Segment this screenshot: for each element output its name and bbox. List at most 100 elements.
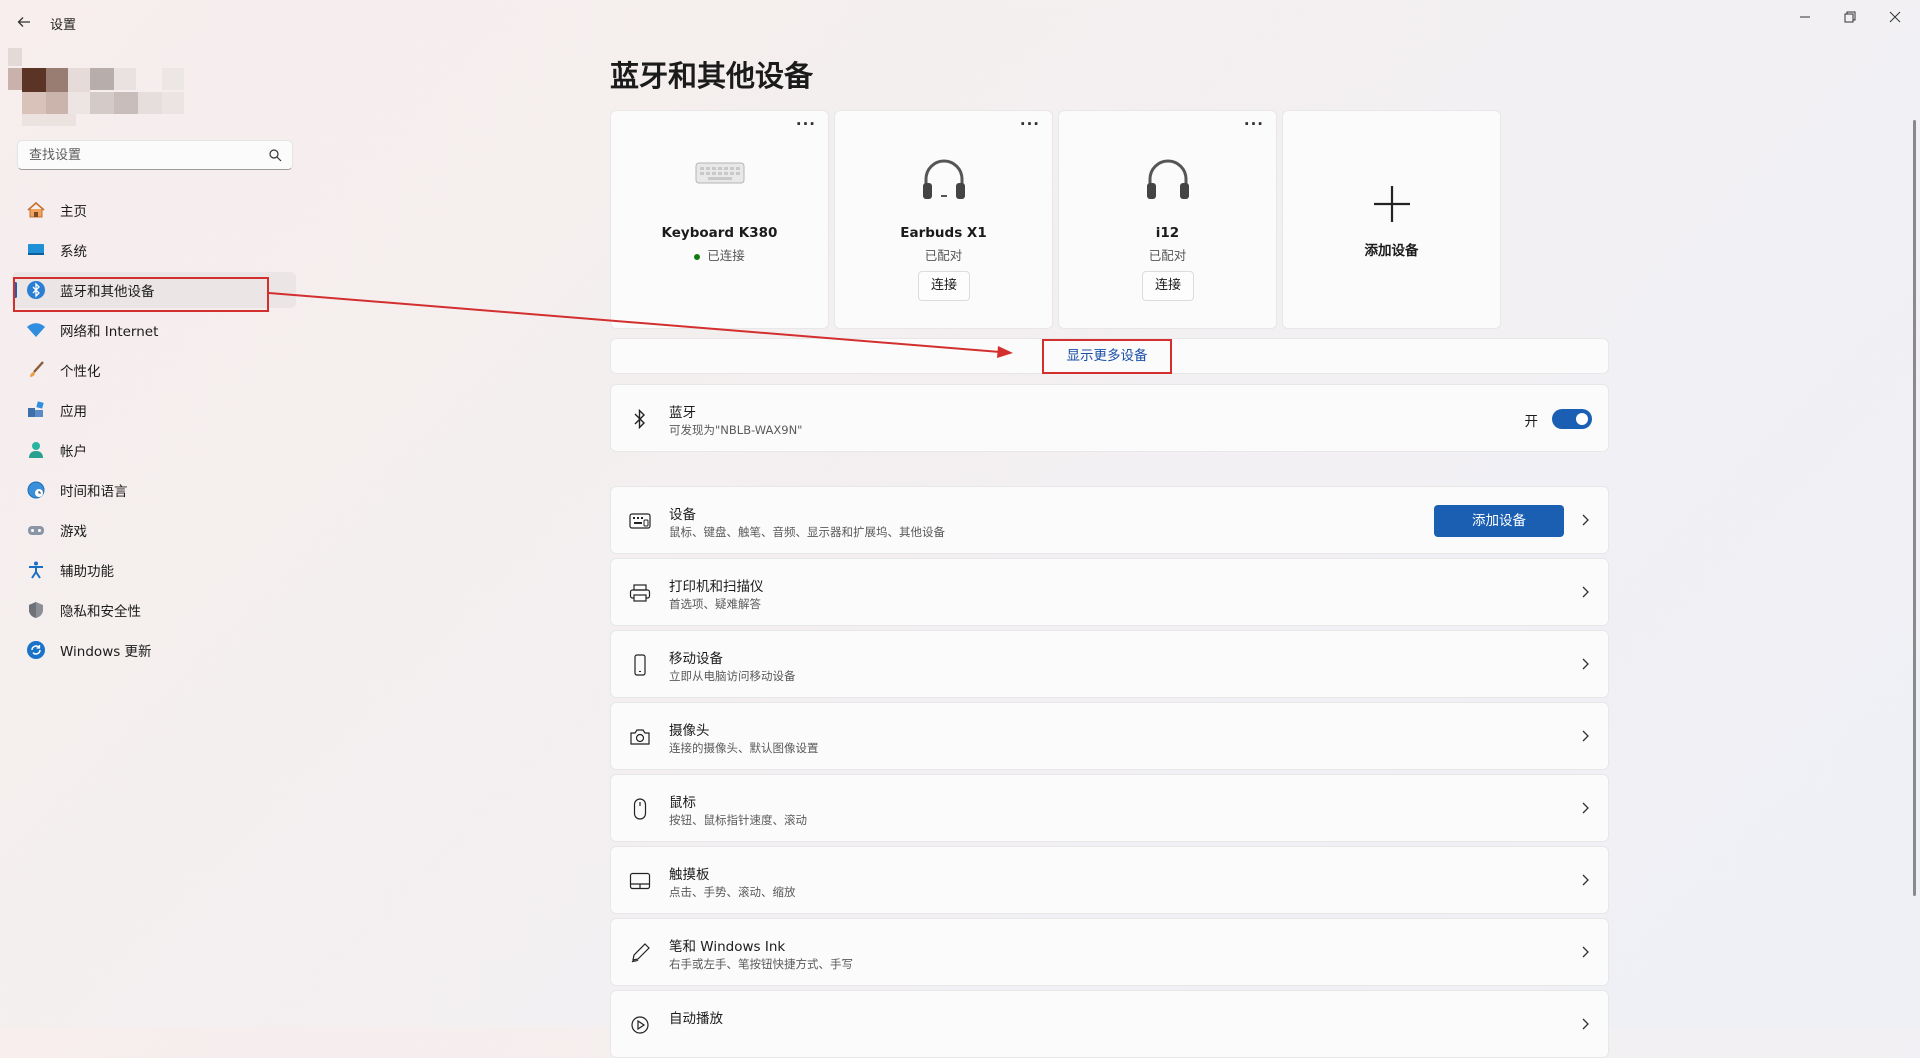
device-card-earbuds-x1[interactable]: ··· Earbuds X1 已配对 连接 <box>834 110 1053 329</box>
back-button[interactable] <box>6 4 42 40</box>
chevron-right-icon <box>1582 730 1589 742</box>
connect-button[interactable]: 连接 <box>1142 271 1194 301</box>
scrollbar[interactable] <box>1913 120 1916 896</box>
row-title: 笔和 Windows Ink <box>669 939 786 955</box>
sidebar-item-label: Windows 更新 <box>60 644 152 660</box>
row-title: 蓝牙 <box>669 405 696 421</box>
settings-row-mobile-devices[interactable]: 移动设备 立即从电脑访问移动设备 <box>610 630 1609 698</box>
pen-icon <box>628 941 652 965</box>
sidebar-nav: 主页 系统 蓝牙和其他设备 网络和 Internet 个性化 应用 帐户 时间和… <box>12 192 296 672</box>
add-device-card[interactable]: 添加设备 <box>1282 110 1501 329</box>
sidebar-item-gaming[interactable]: 游戏 <box>12 512 296 548</box>
annotation-box-sidebar <box>13 277 269 312</box>
gamepad-icon <box>25 519 47 541</box>
sidebar-item-apps[interactable]: 应用 <box>12 392 296 428</box>
chevron-right-icon <box>1582 658 1589 670</box>
back-arrow-icon <box>17 17 30 27</box>
page-title: 蓝牙和其他设备 <box>610 59 814 93</box>
row-title: 鼠标 <box>669 795 696 811</box>
connect-button[interactable]: 连接 <box>918 271 970 301</box>
sidebar-item-accessibility[interactable]: 辅助功能 <box>12 552 296 588</box>
annotation-box-show-more <box>1042 339 1172 374</box>
sidebar-item-label: 应用 <box>60 404 87 420</box>
row-subtitle: 首选项、疑难解答 <box>669 597 761 611</box>
sidebar-item-label: 系统 <box>60 244 87 260</box>
device-status: 已连接 <box>611 245 828 264</box>
row-subtitle: 连接的摄像头、默认图像设置 <box>669 741 819 755</box>
sidebar-item-time-language[interactable]: 时间和语言 <box>12 472 296 508</box>
sidebar-item-label: 网络和 Internet <box>60 324 159 340</box>
row-title: 自动播放 <box>669 1011 723 1027</box>
settings-row-mouse[interactable]: 鼠标 按钮、鼠标指针速度、滚动 <box>610 774 1609 842</box>
settings-row-autoplay[interactable]: 自动播放 <box>610 990 1609 1058</box>
row-subtitle: 点击、手势、滚动、缩放 <box>669 885 796 899</box>
close-button[interactable] <box>1872 4 1918 30</box>
wifi-icon <box>25 319 47 341</box>
chevron-right-icon <box>1582 586 1589 598</box>
sidebar-item-label: 隐私和安全性 <box>60 604 141 620</box>
device-name: Keyboard K380 <box>661 225 778 241</box>
sidebar-item-system[interactable]: 系统 <box>12 232 296 268</box>
device-status: 已配对 <box>924 248 963 263</box>
device-name: Earbuds X1 <box>900 225 987 241</box>
shield-icon <box>25 599 47 621</box>
sidebar-item-network[interactable]: 网络和 Internet <box>12 312 296 348</box>
row-subtitle: 按钮、鼠标指针速度、滚动 <box>669 813 807 827</box>
keyboard-icon <box>611 155 828 205</box>
brush-icon <box>25 359 47 381</box>
sidebar-item-home[interactable]: 主页 <box>12 192 296 228</box>
device-status: 已配对 <box>1148 248 1187 263</box>
add-device-button[interactable]: 添加设备 <box>1434 505 1564 537</box>
row-title: 打印机和扫描仪 <box>669 579 764 595</box>
settings-row-devices[interactable]: 设备 鼠标、键盘、触笔、音频、显示器和扩展坞、其他设备 添加设备 <box>610 486 1609 554</box>
settings-row-touchpad[interactable]: 触摸板 点击、手势、滚动、缩放 <box>610 846 1609 914</box>
minimize-button[interactable] <box>1782 4 1828 30</box>
headphones-icon <box>1059 155 1276 205</box>
devices-icon <box>628 509 652 533</box>
add-device-label: 添加设备 <box>1364 243 1419 259</box>
row-subtitle: 右手或左手、笔按钮快捷方式、手写 <box>669 957 853 971</box>
chevron-right-icon <box>1582 802 1589 814</box>
more-options-button[interactable]: ··· <box>796 115 816 133</box>
chevron-right-icon <box>1582 946 1589 958</box>
restore-icon <box>1844 11 1856 23</box>
row-title: 移动设备 <box>669 651 723 667</box>
row-title: 设备 <box>669 507 696 523</box>
settings-row-printers[interactable]: 打印机和扫描仪 首选项、疑难解答 <box>610 558 1609 626</box>
sidebar-item-personalization[interactable]: 个性化 <box>12 352 296 388</box>
connected-dot-icon <box>694 253 701 260</box>
device-card-keyboard[interactable]: ··· Keyboard K380 已连接 <box>610 110 829 329</box>
bluetooth-icon <box>628 407 652 431</box>
accessibility-icon <box>25 559 47 581</box>
settings-row-pen-ink[interactable]: 笔和 Windows Ink 右手或左手、笔按钮快捷方式、手写 <box>610 918 1609 986</box>
restore-button[interactable] <box>1827 4 1873 30</box>
chevron-right-icon <box>1582 514 1589 526</box>
device-name: i12 <box>1155 225 1180 241</box>
device-card-i12[interactable]: ··· i12 已配对 连接 <box>1058 110 1277 329</box>
settings-row-camera[interactable]: 摄像头 连接的摄像头、默认图像设置 <box>610 702 1609 770</box>
globe-clock-icon <box>25 479 47 501</box>
sidebar-item-label: 时间和语言 <box>60 484 128 500</box>
sidebar-item-label: 主页 <box>60 204 87 220</box>
row-subtitle: 可发现为"NBLB-WAX9N" <box>669 423 803 437</box>
settings-search[interactable] <box>17 140 293 170</box>
touchpad-icon <box>628 869 652 893</box>
bluetooth-row: 蓝牙 可发现为"NBLB-WAX9N" 开 <box>610 384 1609 452</box>
camera-icon <box>628 725 652 749</box>
title-bar: 设置 <box>0 0 1920 44</box>
bluetooth-toggle[interactable] <box>1552 409 1592 429</box>
app-title: 设置 <box>50 18 77 33</box>
more-options-button[interactable]: ··· <box>1244 115 1264 133</box>
mouse-icon <box>628 797 652 821</box>
more-options-button[interactable]: ··· <box>1020 115 1040 133</box>
sidebar-item-privacy[interactable]: 隐私和安全性 <box>12 592 296 628</box>
row-title: 触摸板 <box>669 867 710 883</box>
row-subtitle: 鼠标、键盘、触笔、音频、显示器和扩展坞、其他设备 <box>669 525 945 539</box>
sidebar-item-accounts[interactable]: 帐户 <box>12 432 296 468</box>
close-icon <box>1889 11 1901 23</box>
sidebar-item-label: 帐户 <box>60 444 87 460</box>
search-input[interactable] <box>27 147 261 164</box>
search-icon[interactable] <box>269 149 282 162</box>
sidebar-item-windows-update[interactable]: Windows 更新 <box>12 632 296 668</box>
user-avatar[interactable] <box>8 48 208 128</box>
